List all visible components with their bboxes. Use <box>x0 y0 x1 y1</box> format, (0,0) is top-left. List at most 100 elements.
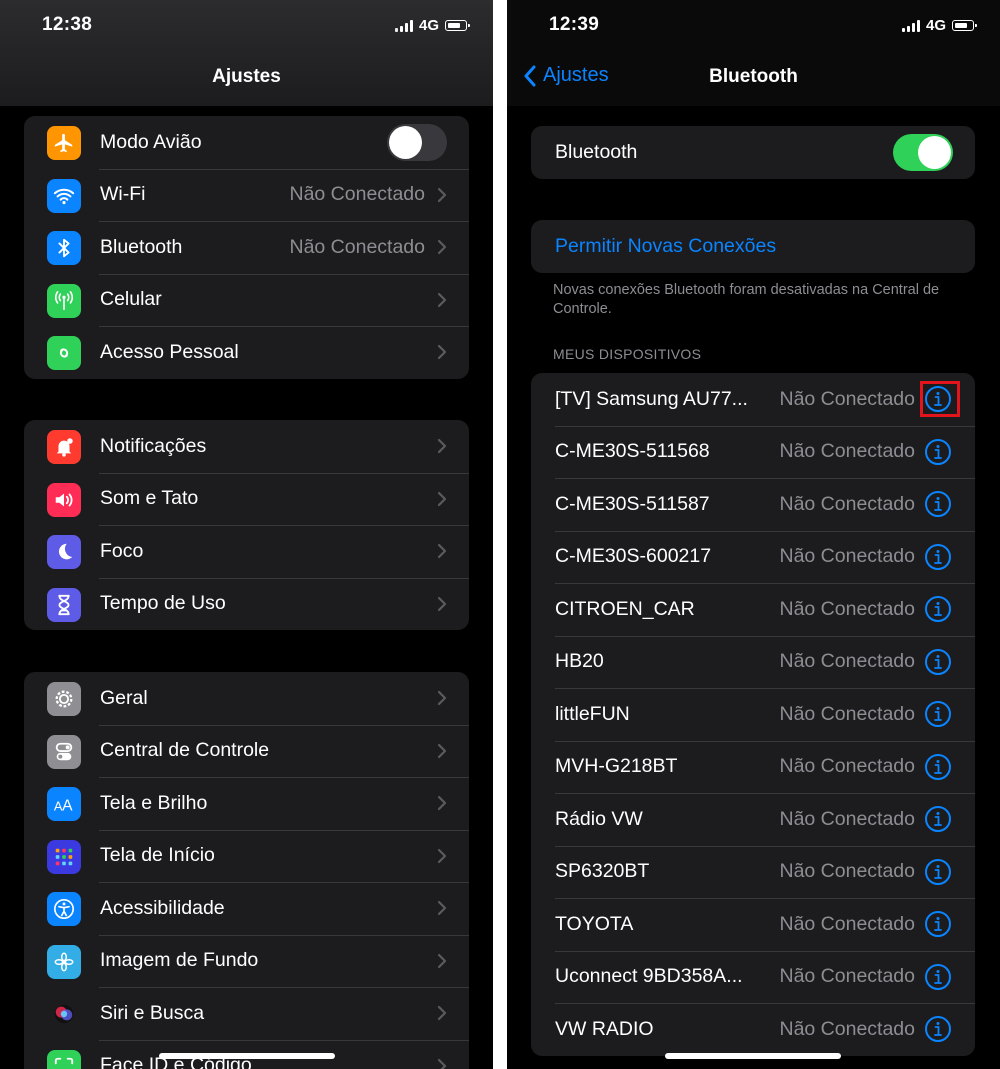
home-grid-icon <box>47 839 81 874</box>
settings-row-airplane[interactable]: Modo Avião <box>24 116 469 169</box>
settings-group-1: Modo Avião Wi-Fi Não Conectado Bluetooth Não… <box>24 116 469 379</box>
bell-icon <box>47 430 81 464</box>
device-status: Não Conectado <box>779 650 915 673</box>
device-list: [TV] Samsung AU77... Não Conectado C-ME30S… <box>531 373 975 1056</box>
settings-row-value: Não Conectado <box>289 183 425 206</box>
device-row[interactable]: CITROEN_CAR Não Conectado <box>531 583 975 636</box>
chevron-right-icon <box>437 796 447 811</box>
gear-icon <box>47 682 81 716</box>
moon-icon <box>47 535 81 569</box>
info-icon[interactable] <box>924 753 952 781</box>
chevron-right-icon <box>437 953 447 968</box>
allow-connections-button[interactable]: Permitir Novas Conexões <box>555 235 776 258</box>
chevron-right-icon <box>437 240 447 255</box>
settings-row-label: Celular <box>100 288 162 311</box>
info-icon[interactable] <box>924 490 952 518</box>
info-icon[interactable] <box>924 700 952 728</box>
status-time: 12:38 <box>42 14 93 35</box>
toggle-knob <box>389 125 422 159</box>
faceid-icon <box>47 1049 81 1069</box>
settings-row-label: Geral <box>100 686 148 709</box>
settings-row-moon[interactable]: Foco <box>24 525 469 578</box>
device-row[interactable]: C-ME30S-600217 Não Conectado <box>531 530 975 584</box>
info-icon[interactable] <box>924 1015 952 1043</box>
device-row[interactable]: C-ME30S-511568 Não Conectado <box>531 425 975 479</box>
settings-row-label: Foco <box>100 539 144 562</box>
device-name: SP6320BT <box>555 860 650 883</box>
device-row[interactable]: Uconnect 9BD358A... Não Conectado <box>531 950 975 1004</box>
home-indicator[interactable] <box>665 1053 841 1059</box>
cellular-icon <box>47 283 81 318</box>
info-icon[interactable] <box>924 543 952 571</box>
bluetooth-toggle-group: Bluetooth <box>531 126 975 179</box>
settings-row-label: Tela e Brilho <box>100 791 208 814</box>
device-status: Não Conectado <box>779 860 915 883</box>
bluetooth-label: Bluetooth <box>555 140 638 163</box>
navigation-bar: 12:39 4G Ajustes Bluetooth <box>507 0 1000 106</box>
airplane-mode-toggle[interactable] <box>387 123 447 161</box>
home-indicator[interactable] <box>159 1053 335 1059</box>
info-icon[interactable] <box>924 648 952 676</box>
device-name: [TV] Samsung AU77... <box>555 387 748 410</box>
settings-row-accessibility[interactable]: Acessibilidade <box>24 882 469 935</box>
device-name: HB20 <box>555 650 604 673</box>
settings-row-bell[interactable]: Notificações <box>24 420 469 473</box>
toggle-knob <box>918 135 951 169</box>
settings-row-label: Bluetooth <box>100 235 183 258</box>
siri-icon <box>47 997 81 1031</box>
device-status: Não Conectado <box>779 387 915 410</box>
device-row[interactable]: SP6320BT Não Conectado <box>531 845 975 899</box>
highlight-box <box>920 381 960 417</box>
settings-row-speaker[interactable]: Som e Tato <box>24 472 469 526</box>
info-icon[interactable] <box>924 805 952 833</box>
settings-row-cellular[interactable]: Celular <box>24 273 469 327</box>
device-row[interactable]: HB20 Não Conectado <box>531 635 975 689</box>
info-icon[interactable] <box>924 963 952 991</box>
battery-icon <box>952 20 977 31</box>
settings-row-label: Acessibilidade <box>100 896 225 919</box>
chevron-right-icon <box>437 544 447 559</box>
chevron-right-icon <box>437 901 447 916</box>
network-type: 4G <box>925 17 946 34</box>
allow-connections-group: Permitir Novas Conexões <box>531 220 975 273</box>
page-title: Ajustes <box>212 66 281 87</box>
allow-connections-row[interactable]: Permitir Novas Conexões <box>531 220 975 273</box>
bluetooth-toggle[interactable] <box>893 133 953 171</box>
info-icon[interactable] <box>924 910 952 938</box>
switches-icon <box>47 734 81 769</box>
svg-text:A: A <box>62 797 73 814</box>
device-row[interactable]: VW RADIO Não Conectado <box>531 1003 975 1056</box>
device-status: Não Conectado <box>779 597 915 620</box>
signal-icon <box>394 19 413 32</box>
hourglass-icon <box>47 587 81 622</box>
chevron-right-icon <box>437 743 447 758</box>
chevron-right-icon <box>437 345 447 360</box>
chevron-right-icon <box>437 596 447 611</box>
status-icons: 4G <box>394 17 470 34</box>
device-row[interactable]: littleFUN Não Conectado <box>531 688 975 741</box>
device-row[interactable]: Rádio VW Não Conectado <box>531 793 975 846</box>
settings-row-gear[interactable]: Geral <box>24 672 469 725</box>
chevron-right-icon <box>437 292 447 307</box>
settings-row-siri[interactable]: Siri e Busca <box>24 987 469 1040</box>
settings-row-home-grid[interactable]: Tela de Início <box>24 829 469 883</box>
page-title: Bluetooth <box>709 66 798 87</box>
info-icon[interactable] <box>924 858 952 886</box>
settings-row-text-size[interactable]: A A Tela e Brilho <box>24 777 469 830</box>
settings-row-wifi[interactable]: Wi-Fi Não Conectado <box>24 168 469 222</box>
settings-row-flower[interactable]: Imagem de Fundo <box>24 934 469 988</box>
settings-row-hourglass[interactable]: Tempo de Uso <box>24 577 469 631</box>
device-status: Não Conectado <box>779 702 915 725</box>
hotspot-icon <box>47 336 81 370</box>
settings-row-bluetooth[interactable]: Bluetooth Não Conectado <box>24 221 469 274</box>
device-row[interactable]: TOYOTA Não Conectado <box>531 898 975 951</box>
device-status: Não Conectado <box>779 1017 915 1040</box>
info-icon[interactable] <box>924 595 952 623</box>
info-icon[interactable] <box>924 438 952 466</box>
device-row[interactable]: MVH-G218BT Não Conectado <box>531 740 975 794</box>
device-row[interactable]: C-ME30S-511587 Não Conectado <box>531 478 975 531</box>
device-row[interactable]: [TV] Samsung AU77... Não Conectado <box>531 373 975 426</box>
settings-row-switches[interactable]: Central de Controle <box>24 724 469 778</box>
settings-row-hotspot[interactable]: Acesso Pessoal <box>24 326 469 379</box>
bluetooth-row: Bluetooth <box>531 126 975 179</box>
